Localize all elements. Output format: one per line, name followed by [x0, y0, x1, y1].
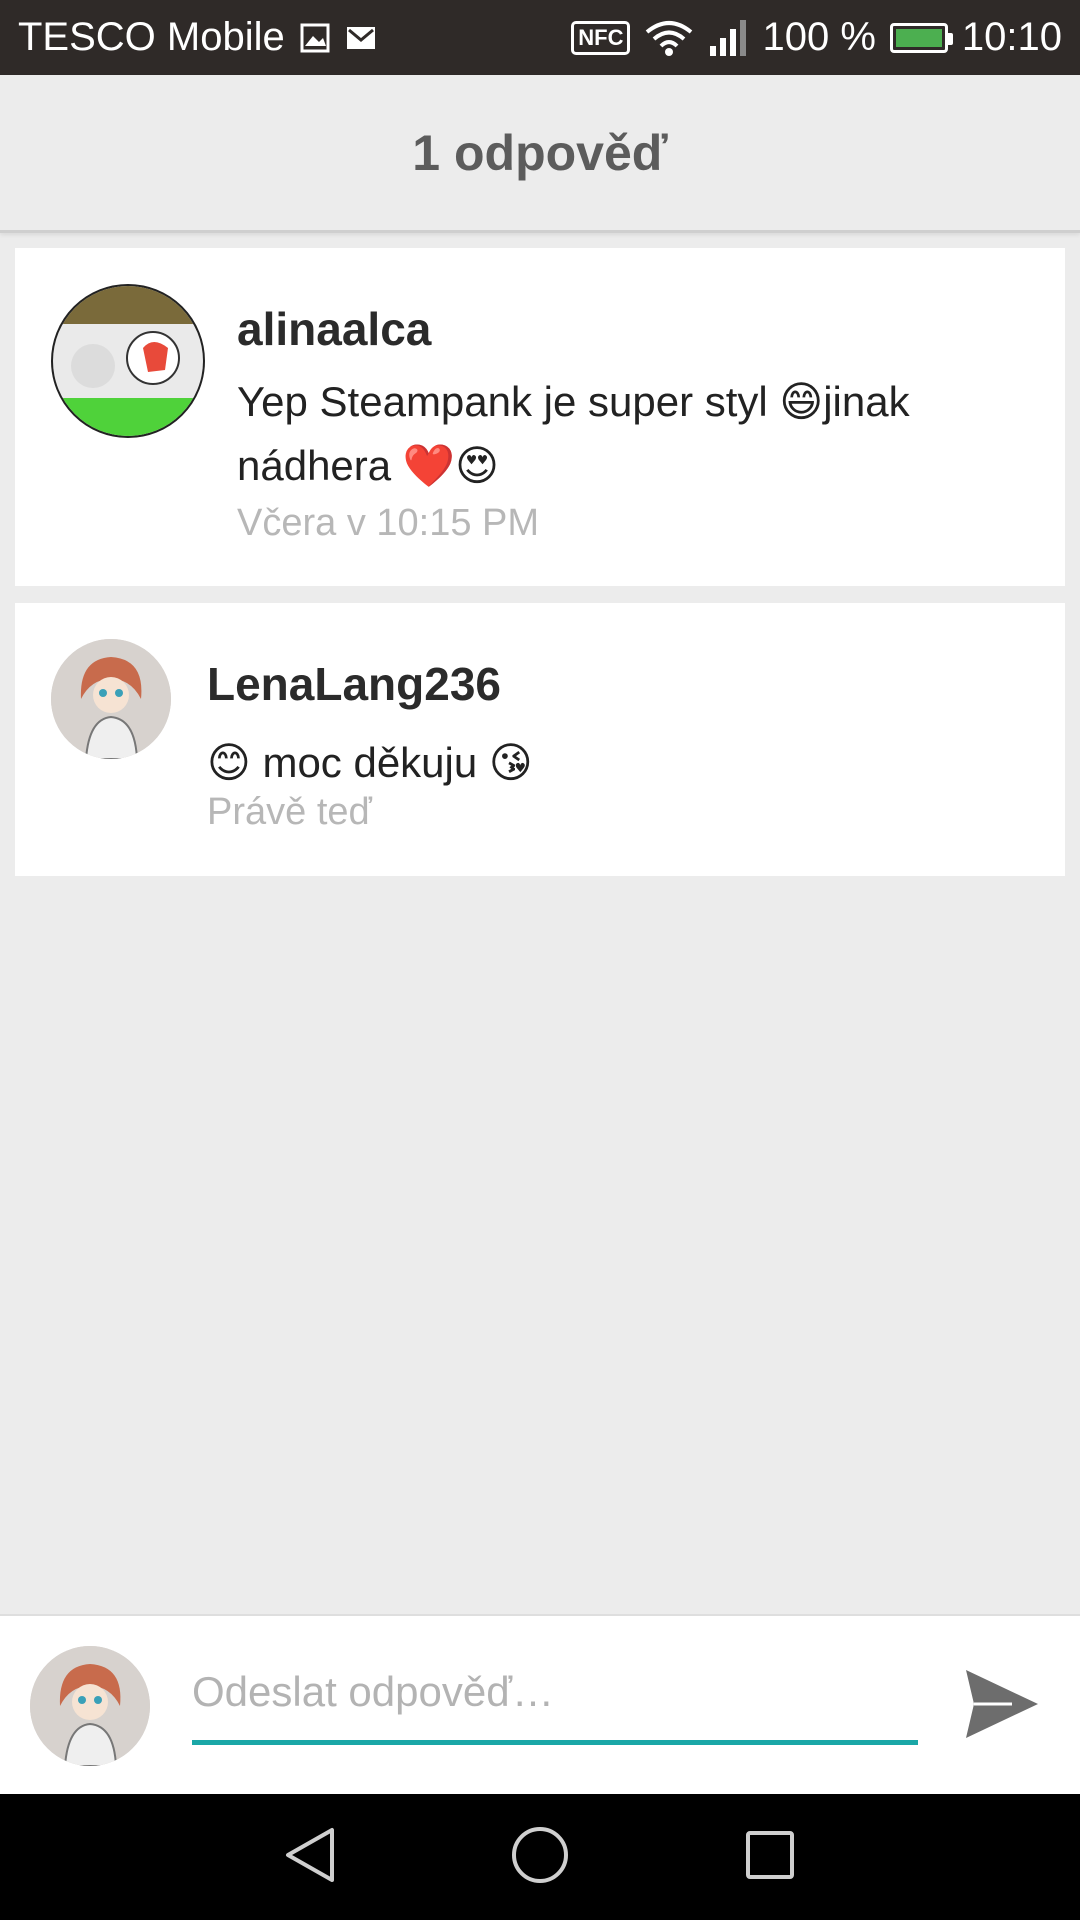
comment-card: alinaalca Yep Steampank je super styl 😄j… — [15, 248, 1065, 586]
avatar[interactable] — [51, 284, 205, 438]
replies-header: 1 odpověď — [0, 75, 1080, 233]
status-bar: TESCO Mobile NFC 100 % 10:10 — [0, 0, 1080, 75]
battery-fill — [895, 28, 942, 47]
carrier-name: TESCO Mobile — [18, 15, 285, 59]
send-icon — [962, 1664, 1042, 1749]
send-button[interactable] — [960, 1664, 1044, 1748]
avatar[interactable] — [51, 639, 171, 759]
comment-message: Yep Steampank je super styl 😄jinak nádhe… — [237, 378, 910, 489]
my-avatar — [30, 1646, 150, 1766]
comment-message: 😊 moc děkuju 😘 — [207, 739, 533, 786]
signal-icon — [708, 18, 748, 58]
home-button[interactable] — [505, 1822, 575, 1892]
nfc-icon: NFC — [571, 20, 631, 55]
comment-card: LenaLang236 😊 moc děkuju 😘 Právě teď — [15, 603, 1065, 876]
reply-input-underline — [192, 1740, 918, 1745]
battery-icon — [889, 22, 953, 53]
reply-bar — [0, 1614, 1080, 1796]
wifi-icon — [644, 18, 694, 58]
clock: 10:10 — [961, 15, 1062, 59]
home-icon — [510, 1825, 570, 1890]
status-left: TESCO Mobile — [18, 15, 377, 60]
image-notification-icon — [299, 22, 331, 54]
comment-timestamp: Právě teď — [207, 791, 372, 833]
recents-button[interactable] — [735, 1822, 805, 1892]
back-icon — [282, 1825, 338, 1890]
comment-username[interactable]: alinaalca — [237, 302, 431, 356]
recents-icon — [742, 1827, 798, 1888]
comment-username[interactable]: LenaLang236 — [207, 657, 501, 711]
status-right: NFC 100 % 10:10 — [571, 15, 1062, 60]
back-button[interactable] — [275, 1822, 345, 1892]
gmail-notification-icon — [345, 24, 377, 52]
page-title: 1 odpověď — [412, 124, 668, 181]
battery-percent: 100 % — [762, 15, 876, 59]
reply-input[interactable] — [192, 1662, 918, 1722]
system-nav-bar — [0, 1794, 1080, 1920]
comment-timestamp: Včera v 10:15 PM — [237, 502, 540, 544]
